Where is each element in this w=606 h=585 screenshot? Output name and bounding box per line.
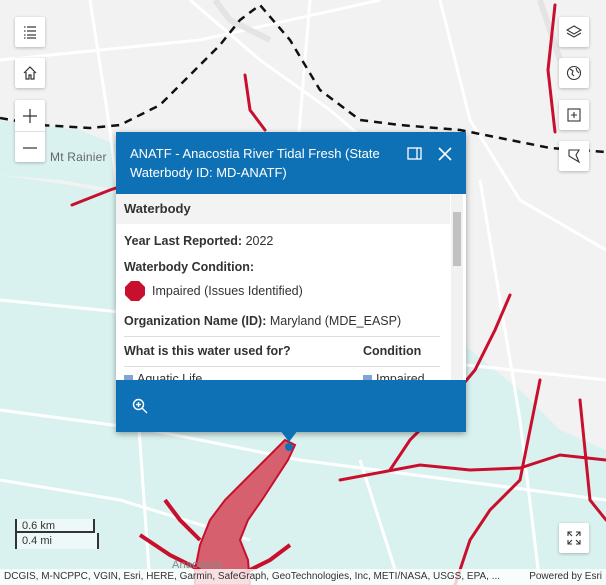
home-icon <box>23 66 37 80</box>
condition-column-header: Condition <box>363 344 422 358</box>
zoom-in-button[interactable] <box>15 100 45 132</box>
zoom-to-icon[interactable] <box>132 398 148 414</box>
attribution-sources[interactable]: DCGIS, M-NCPPC, VGIN, Esri, HERE, Garmin… <box>4 569 509 585</box>
section-title: Waterbody <box>116 194 450 224</box>
popup-header: ANATF - Anacostia River Tidal Fresh (Sta… <box>116 132 466 194</box>
waterbody-popup: ANATF - Anacostia River Tidal Fresh (Sta… <box>116 132 466 432</box>
use-header: What is this water used for? <box>124 344 291 358</box>
place-label: Mt Rainier <box>50 150 107 164</box>
bookmark-icon <box>568 149 581 164</box>
scrollbar-thumb[interactable] <box>453 212 461 266</box>
impaired-octagon-icon <box>125 281 145 301</box>
attribution-bar: DCGIS, M-NCPPC, VGIN, Esri, HERE, Garmin… <box>0 569 606 585</box>
layers-button[interactable] <box>559 17 589 47</box>
popup-scrollbar[interactable] <box>451 194 463 380</box>
zoom-out-icon <box>23 146 37 149</box>
popup-footer <box>116 380 466 432</box>
bookmarks-button[interactable] <box>559 141 589 171</box>
condition-label: Waterbody Condition: <box>124 260 255 274</box>
basemap-globe-icon <box>566 65 582 81</box>
zoom-in-icon <box>23 108 37 123</box>
use-row-condition: Impaired <box>376 372 425 380</box>
year-value: 2022 <box>245 234 274 248</box>
legend-list-button[interactable] <box>15 17 45 47</box>
powered-by[interactable]: Powered by Esri <box>529 569 602 585</box>
use-row-label: Aquatic Life <box>137 372 203 380</box>
layers-icon <box>566 25 582 38</box>
basemap-gallery-button[interactable] <box>559 58 589 88</box>
list-icon <box>24 26 36 39</box>
zoom-control <box>15 100 45 162</box>
scale-mi: 0.4 mi <box>15 533 99 549</box>
org-value: Maryland (MDE_EASP) <box>269 314 402 328</box>
year-label: Year Last Reported: <box>124 234 243 248</box>
popup-title: ANATF - Anacostia River Tidal Fresh (Sta… <box>130 146 380 180</box>
expand-button[interactable] <box>559 100 589 130</box>
fullscreen-icon <box>567 531 581 545</box>
org-label: Organization Name (ID): <box>124 314 267 328</box>
home-button[interactable] <box>15 58 45 88</box>
condition-value: Impaired (Issues Identified) <box>152 284 303 298</box>
dock-icon[interactable] <box>406 145 424 163</box>
expand-add-icon <box>567 108 581 122</box>
close-icon[interactable] <box>436 145 454 163</box>
popup-pointer <box>280 430 298 442</box>
popup-content[interactable]: Waterbody Year Last Reported: 2022 Water… <box>116 194 466 380</box>
scale-bar: 0.6 km 0.4 mi <box>15 519 99 549</box>
zoom-out-button[interactable] <box>15 132 45 163</box>
scale-km: 0.6 km <box>15 519 95 533</box>
fullscreen-button[interactable] <box>559 523 589 553</box>
